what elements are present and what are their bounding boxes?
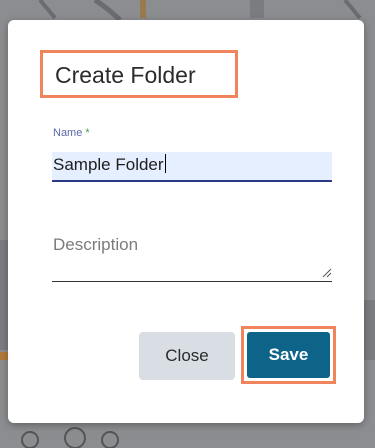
close-button[interactable]: Close [139, 332, 235, 380]
resize-handle-icon[interactable] [322, 268, 332, 278]
text-cursor [164, 154, 166, 173]
name-field-label: Name * [53, 127, 90, 139]
modal-backdrop[interactable]: Create Folder Name * Sample Folder Descr… [0, 0, 375, 448]
description-textarea[interactable]: Description [52, 225, 332, 282]
save-button-highlight: Save [241, 326, 336, 384]
save-button[interactable]: Save [247, 332, 330, 378]
description-placeholder: Description [53, 235, 139, 254]
create-folder-dialog: Create Folder Name * Sample Folder Descr… [8, 20, 364, 423]
required-marker: * [85, 127, 90, 139]
dialog-title: Create Folder [55, 62, 196, 88]
name-input-value-wrap[interactable]: Sample Folder [53, 154, 166, 175]
name-input-value: Sample Folder [53, 155, 164, 174]
dialog-title-highlight: Create Folder [40, 50, 238, 98]
name-label-text: Name [53, 127, 83, 139]
